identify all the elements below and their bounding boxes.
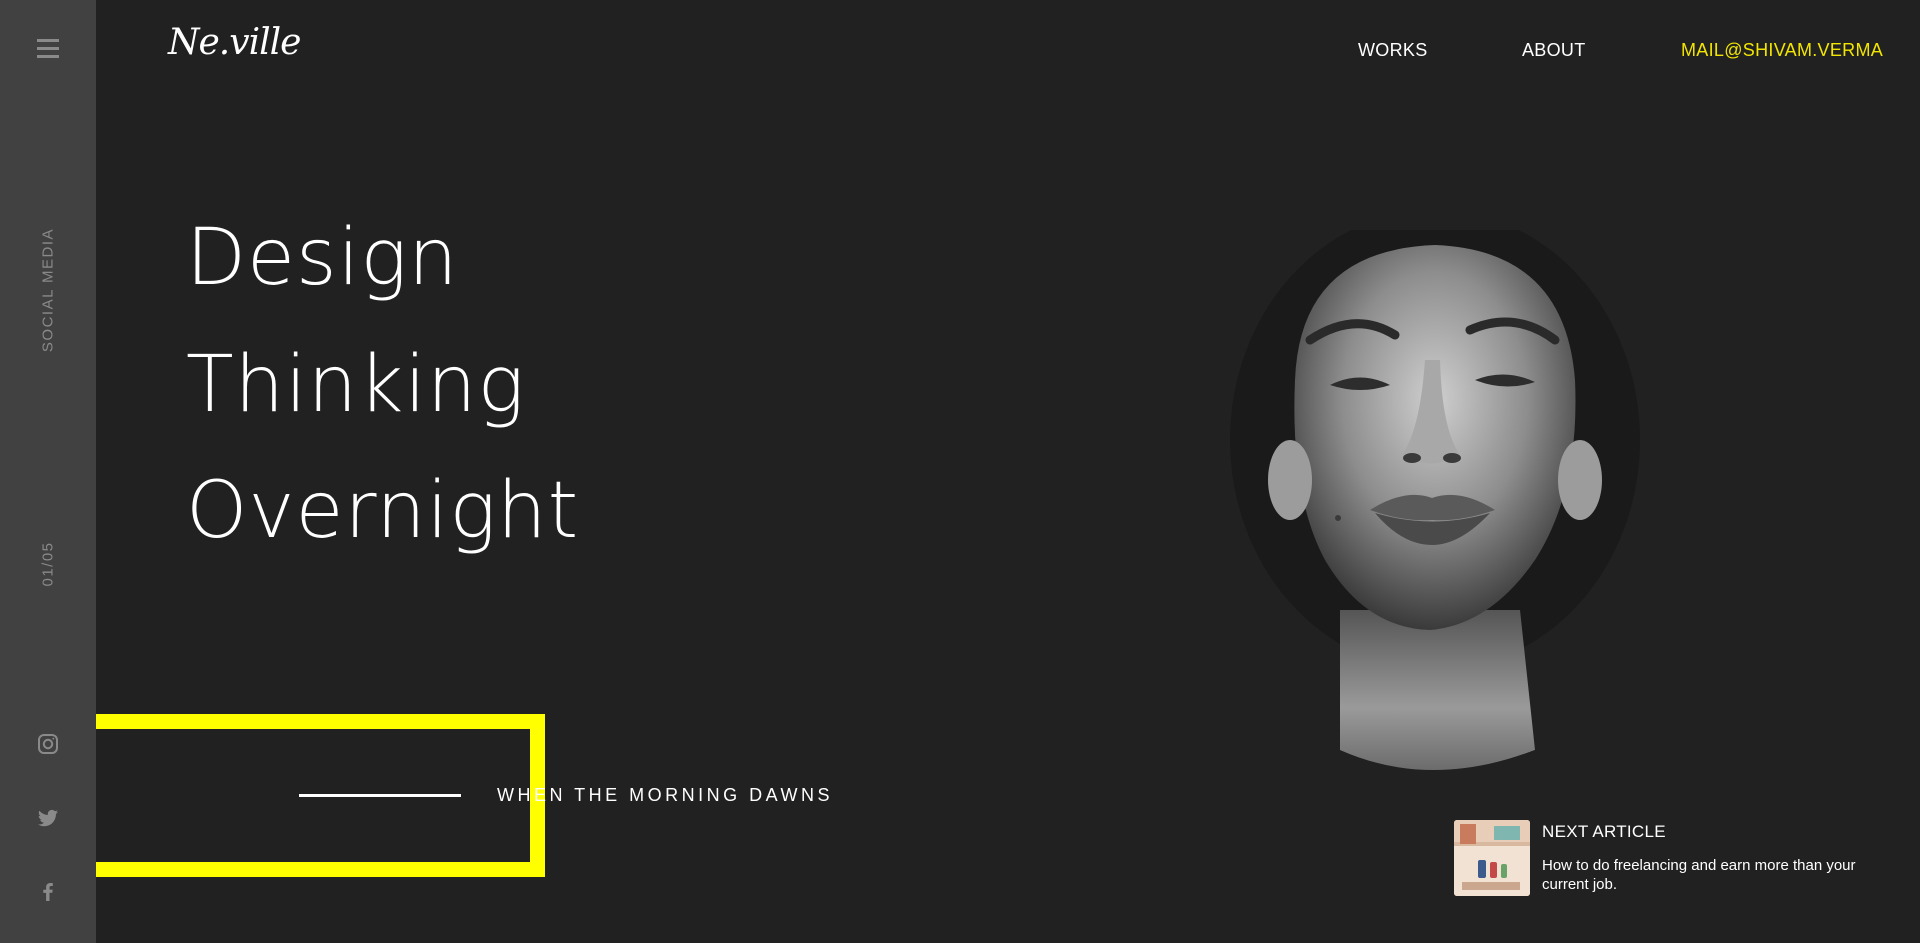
headline-line-3: Overnight xyxy=(186,466,580,556)
next-article-title[interactable]: How to do freelancing and earn more than… xyxy=(1542,856,1862,894)
tagline-divider xyxy=(299,794,461,797)
hamburger-menu-icon[interactable] xyxy=(37,39,59,59)
next-article-card[interactable]: NEXT ARTICLE How to do freelancing and e… xyxy=(1454,820,1874,896)
headline-line-1: Design xyxy=(186,213,459,303)
left-sidebar: SOCIAL MEDIA 01/05 xyxy=(0,0,96,943)
nav-works-link[interactable]: WORKS xyxy=(1358,40,1428,61)
instagram-icon[interactable] xyxy=(36,732,60,756)
slide-counter: 01/05 xyxy=(39,541,57,587)
next-article-label: NEXT ARTICLE xyxy=(1542,822,1666,841)
hero-portrait-image xyxy=(1190,230,1660,790)
site-logo[interactable]: Ne.ville xyxy=(168,22,301,63)
social-media-label: SOCIAL MEDIA xyxy=(39,227,57,353)
nav-about-link[interactable]: ABOUT xyxy=(1522,40,1586,61)
page: SOCIAL MEDIA 01/05 Ne.ville WORKS ABOUT … xyxy=(0,0,1920,943)
hero-tagline: WHEN THE MORNING DAWNS xyxy=(497,785,833,805)
facebook-icon[interactable] xyxy=(36,879,60,903)
twitter-icon[interactable] xyxy=(36,806,60,830)
headline-line-2: Thinking xyxy=(186,340,526,430)
next-article-thumbnail[interactable] xyxy=(1454,820,1530,896)
nav-mail-link[interactable]: MAIL@SHIVAM.VERMA xyxy=(1681,40,1883,61)
